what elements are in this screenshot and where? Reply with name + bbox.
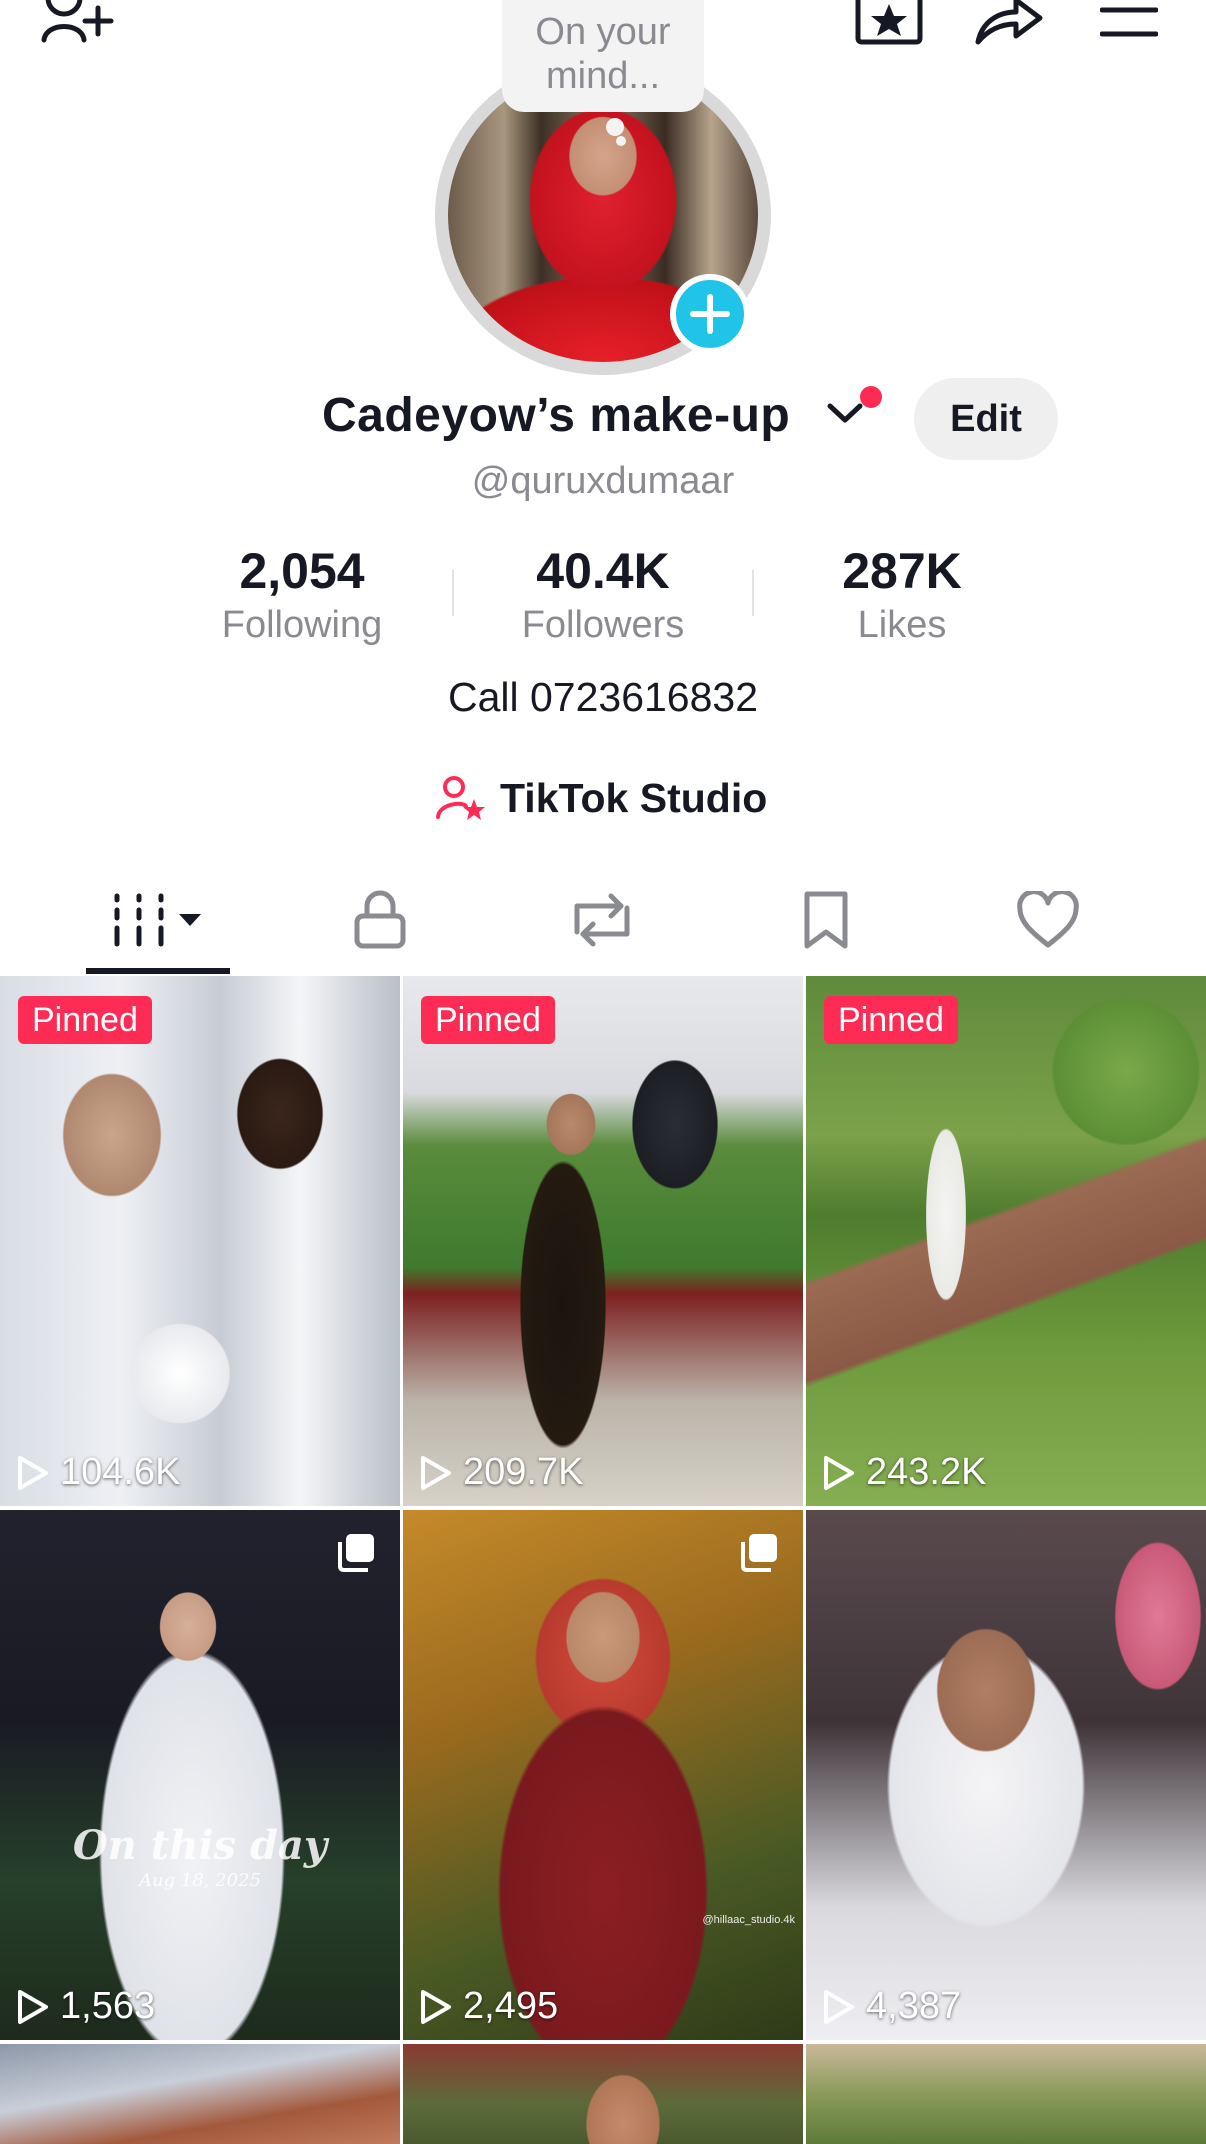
view-count-value: 243.2K xyxy=(866,1451,987,1493)
view-count: 1,563 xyxy=(16,1985,155,2028)
repost-icon xyxy=(574,893,630,947)
favorites-icon[interactable] xyxy=(854,0,924,46)
tab-favorites[interactable] xyxy=(766,870,886,970)
tab-private[interactable] xyxy=(320,870,440,970)
video-thumbnail[interactable] xyxy=(0,2044,400,2144)
video-thumbnail[interactable]: @hillaac_studio.4k 2,495 xyxy=(403,1510,803,2040)
stat-value: 287K xyxy=(842,543,962,599)
plus-icon xyxy=(690,294,730,334)
video-thumbnail[interactable]: 4,387 xyxy=(806,1510,1206,2040)
stat-value: 40.4K xyxy=(536,543,670,599)
pinned-badge: Pinned xyxy=(824,996,958,1044)
stat-label: Likes xyxy=(857,604,947,646)
display-name[interactable]: Cadeyow’s make-up xyxy=(322,388,790,443)
heart-icon xyxy=(1017,891,1079,948)
view-count: 209.7K xyxy=(419,1451,583,1494)
edit-profile-button[interactable]: Edit xyxy=(914,378,1058,460)
tab-videos[interactable] xyxy=(86,870,230,970)
video-watermark: @hillaac_studio.4k xyxy=(702,1914,796,1926)
bookmark-icon xyxy=(804,891,848,949)
stat-followers[interactable]: 40.4K Followers xyxy=(483,540,723,648)
tiktok-studio-link[interactable]: TikTok Studio xyxy=(436,768,767,828)
play-icon xyxy=(421,1455,451,1490)
stat-likes[interactable]: 287K Likes xyxy=(782,540,1022,648)
videos-grid-icon xyxy=(114,893,201,947)
status-bubble-text: On your mind... xyxy=(535,11,671,97)
share-icon[interactable] xyxy=(972,0,1044,46)
stat-label: Following xyxy=(221,604,383,646)
video-thumbnail[interactable] xyxy=(806,2044,1206,2144)
video-thumbnail[interactable]: Pinned 209.7K xyxy=(403,976,803,1506)
video-caption-date: Aug 18, 2025 xyxy=(139,1870,261,1891)
add-story-button[interactable] xyxy=(670,274,750,354)
video-thumbnail[interactable] xyxy=(403,2044,803,2144)
menu-icon[interactable] xyxy=(1100,4,1158,40)
video-caption: On this day xyxy=(72,1822,328,1869)
creator-star-icon xyxy=(436,776,485,820)
bio-text: Call 0723616832 xyxy=(447,674,759,720)
stat-label: Followers xyxy=(521,604,685,646)
video-thumbnail[interactable]: Pinned 104.6K xyxy=(0,976,400,1506)
notification-dot xyxy=(860,386,882,408)
add-friend-icon[interactable] xyxy=(40,0,114,48)
tiktok-studio-label: TikTok Studio xyxy=(500,774,768,821)
play-icon xyxy=(824,1455,854,1490)
video-thumbnail[interactable]: On this day Aug 18, 2025 1,563 xyxy=(0,1510,400,2040)
active-tab-indicator xyxy=(86,968,230,974)
tab-liked[interactable] xyxy=(988,870,1108,970)
stat-divider xyxy=(752,570,754,616)
view-count-value: 4,387 xyxy=(866,1985,962,2027)
multi-photo-icon xyxy=(334,1532,378,1577)
play-icon xyxy=(18,1455,48,1490)
pinned-badge: Pinned xyxy=(421,996,555,1044)
chevron-down-icon[interactable] xyxy=(826,400,864,431)
play-icon xyxy=(824,1989,854,2024)
bubble-tail xyxy=(606,118,624,136)
view-count: 2,495 xyxy=(419,1985,558,2028)
view-count: 243.2K xyxy=(822,1451,986,1494)
view-count-value: 2,495 xyxy=(463,1985,559,2027)
tab-reposts[interactable] xyxy=(542,870,662,970)
bubble-tail-small xyxy=(616,136,626,146)
view-count-value: 104.6K xyxy=(60,1451,181,1493)
view-count: 4,387 xyxy=(822,1985,961,2028)
stat-divider xyxy=(452,570,454,616)
play-icon xyxy=(18,1989,48,2024)
pinned-badge: Pinned xyxy=(18,996,152,1044)
view-count-value: 209.7K xyxy=(463,1451,584,1493)
multi-photo-icon xyxy=(737,1532,781,1577)
video-thumbnail[interactable]: Pinned 243.2K xyxy=(806,976,1206,1506)
status-bubble[interactable]: On your mind... xyxy=(502,0,704,112)
stat-following[interactable]: 2,054 Following xyxy=(182,540,422,648)
stat-value: 2,054 xyxy=(239,543,365,599)
lock-icon xyxy=(354,890,406,949)
username: @quruxdumaar xyxy=(471,460,735,502)
view-count-value: 1,563 xyxy=(60,1985,156,2027)
play-icon xyxy=(421,1989,451,2024)
view-count: 104.6K xyxy=(16,1451,180,1494)
